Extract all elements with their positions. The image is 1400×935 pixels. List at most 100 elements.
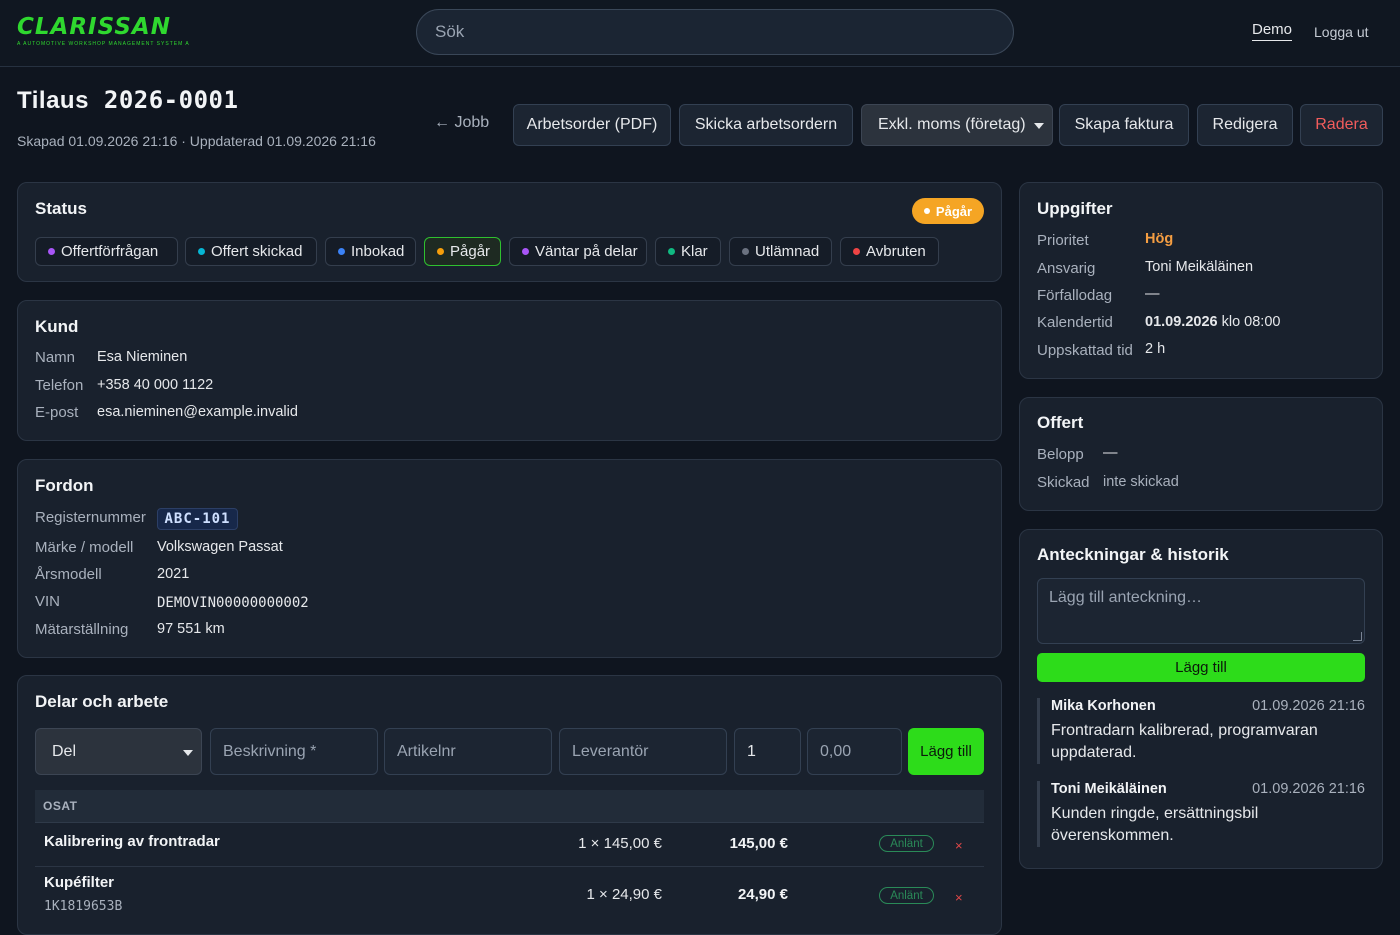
vat-mode-select[interactable]: Exkl. moms (företag) <box>861 104 1053 146</box>
quantity-input[interactable] <box>735 729 800 774</box>
order-number: 2026-0001 <box>103 86 239 114</box>
supplier-field[interactable] <box>559 728 727 775</box>
status-dot-icon <box>853 248 860 255</box>
priority-label: Prioritet <box>1037 232 1089 249</box>
status-option-avbruten[interactable]: Avbruten <box>840 237 939 266</box>
price-input[interactable] <box>808 729 901 774</box>
calendar-time: klo 08:00 <box>1221 314 1281 330</box>
edit-button[interactable]: Redigera <box>1197 104 1293 146</box>
delete-button[interactable]: Radera <box>1300 104 1383 146</box>
note-text: Kunden ringde, ersättningsbil överenskom… <box>1051 805 1259 844</box>
note-text: Frontradarn kalibrerad, programvaran upp… <box>1051 722 1318 761</box>
vehicle-title: Fordon <box>35 476 94 495</box>
vehicle-odometer: 97 551 km <box>157 621 225 637</box>
status-dot-icon <box>742 248 749 255</box>
top-bar: CLARISSAN A AUTOMOTIVE WORKSHOP MANAGEME… <box>0 0 1400 67</box>
reg-label: Registernummer <box>35 509 146 526</box>
part-qty-price: 1 × 145,00 € <box>578 835 662 852</box>
page-title-label: Tilaus <box>17 87 89 114</box>
chevron-down-icon <box>1034 123 1044 129</box>
part-status-badge[interactable]: Anlänt <box>879 835 934 852</box>
pdf-button[interactable]: Arbetsorder (PDF) <box>513 104 671 146</box>
priority-value: Hög <box>1145 231 1174 247</box>
supplier-input[interactable] <box>560 729 726 774</box>
order-meta: Skapad 01.09.2026 21:16 · Uppdaterad 01.… <box>17 133 376 149</box>
add-note-button[interactable]: Lägg till <box>1037 653 1365 682</box>
status-option-offert-skickad[interactable]: Offert skickad <box>185 237 317 266</box>
part-name: Kalibrering av frontradar <box>44 833 220 850</box>
part-type-select[interactable]: Del <box>35 728 202 775</box>
customer-email[interactable]: esa.nieminen@example.invalid <box>97 404 298 420</box>
description-field[interactable] <box>210 728 378 775</box>
model-label: Märke / modell <box>35 539 134 556</box>
send-order-button[interactable]: Skicka arbetsordern <box>679 104 853 146</box>
due-value: — <box>1145 286 1160 302</box>
estimate-label: Uppskattad tid <box>1037 342 1133 359</box>
status-dot-icon <box>198 248 205 255</box>
note-time: 01.09.2026 21:16 <box>1252 698 1365 714</box>
logo-wordmark: CLARISSAN <box>17 14 171 40</box>
logo[interactable]: CLARISSAN A AUTOMOTIVE WORKSHOP MANAGEME… <box>17 14 190 50</box>
vin-label: VIN <box>35 593 61 610</box>
status-option-label: Pågår <box>450 243 491 260</box>
article-field[interactable] <box>384 728 552 775</box>
price-field[interactable] <box>807 728 902 775</box>
status-dot-icon <box>437 248 444 255</box>
status-option-pagar[interactable]: Pågår <box>424 237 501 266</box>
customer-phone[interactable]: +358 40 000 1122 <box>97 377 213 393</box>
details-title: Uppgifter <box>1037 199 1113 218</box>
delete-row-icon[interactable]: × <box>955 890 963 905</box>
status-dot-icon <box>522 248 529 255</box>
status-option-label: Utlämnad <box>755 243 820 260</box>
note-item: Mika Korhonen 01.09.2026 21:16 Frontrada… <box>1037 698 1365 764</box>
status-option-offertforfragan[interactable]: Offertförfrågan <box>35 237 178 266</box>
note-textarea[interactable] <box>1037 578 1365 644</box>
chevron-down-icon <box>183 750 193 756</box>
note-input[interactable] <box>1038 579 1364 643</box>
status-dot-icon <box>923 208 930 214</box>
status-option-klar[interactable]: Klar <box>655 237 721 266</box>
add-part-button[interactable]: Lägg till <box>908 728 984 775</box>
create-invoice-button[interactable]: Skapa faktura <box>1059 104 1189 146</box>
quote-sent-value: inte skickad <box>1103 474 1179 490</box>
quote-amount-label: Belopp <box>1037 446 1084 463</box>
logout-link[interactable]: Logga ut <box>1314 24 1369 40</box>
search-field[interactable] <box>416 9 1014 55</box>
year-label: Årsmodell <box>35 566 102 583</box>
notes-title: Anteckningar & historik <box>1037 545 1229 564</box>
vehicle-year: 2021 <box>157 566 190 582</box>
row-divider <box>35 866 984 867</box>
page-title: Tilaus 2026-0001 <box>17 86 238 115</box>
customer-title: Kund <box>35 317 79 336</box>
status-option-utlamnad[interactable]: Utlämnad <box>729 237 832 266</box>
parts-section-header: OSAT <box>35 790 984 823</box>
quote-title: Offert <box>1037 413 1084 432</box>
assignee-label: Ansvarig <box>1037 260 1096 277</box>
calendar-date: 01.09.2026 <box>1145 314 1218 330</box>
registration-plate: ABC-101 <box>157 508 238 530</box>
search-input[interactable] <box>417 10 1013 54</box>
quantity-field[interactable] <box>734 728 801 775</box>
demo-user-link[interactable]: Demo <box>1252 21 1293 41</box>
vat-mode-value: Exkl. moms (företag) <box>878 116 1026 133</box>
status-option-label: Klar <box>681 243 708 260</box>
delete-row-icon[interactable]: × <box>955 838 963 853</box>
customer-name: Esa Nieminen <box>97 349 188 365</box>
quote-sent-label: Skickad <box>1037 474 1090 491</box>
vehicle-vin: DEMOVIN00000000002 <box>157 595 309 611</box>
status-option-label: Offert skickad <box>211 243 303 260</box>
article-number-input[interactable] <box>385 729 551 774</box>
part-status-badge[interactable]: Anlänt <box>879 887 934 904</box>
status-option-vantar-pa-delar[interactable]: Väntar på delar <box>509 237 647 266</box>
status-title: Status <box>35 199 87 218</box>
logo-tagline: A AUTOMOTIVE WORKSHOP MANAGEMENT SYSTEM … <box>17 41 190 47</box>
status-option-label: Avbruten <box>866 243 926 260</box>
assignee-value: Toni Meikäläinen <box>1145 259 1254 275</box>
resize-handle-icon[interactable] <box>1353 632 1362 641</box>
status-option-inbokad[interactable]: Inbokad <box>325 237 416 266</box>
description-input[interactable] <box>211 729 377 774</box>
part-type-value: Del <box>52 742 77 760</box>
vehicle-model: Volkswagen Passat <box>157 539 283 555</box>
calendar-label: Kalendertid <box>1037 314 1113 331</box>
back-to-jobs-link[interactable]: ← Jobb <box>434 114 489 132</box>
